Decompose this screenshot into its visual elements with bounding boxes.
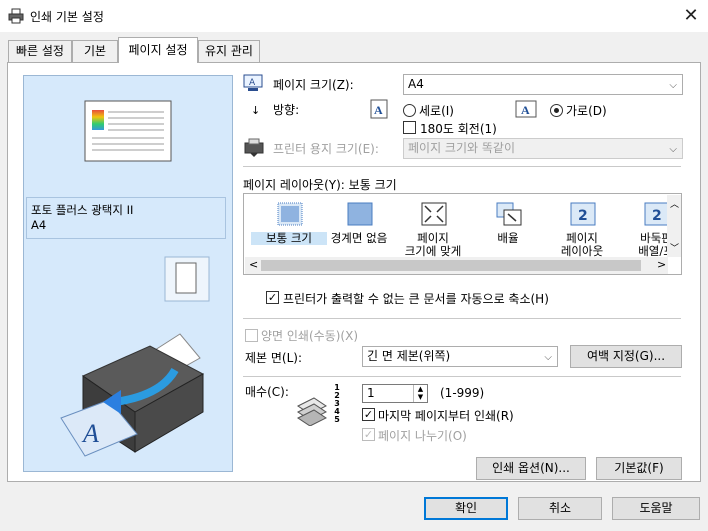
spin-down-icon[interactable]: ▼	[414, 393, 427, 401]
page-size-icon: A	[243, 74, 263, 91]
separator	[243, 318, 681, 319]
copies-spinner[interactable]: 1 ▲ ▼	[362, 384, 428, 403]
paper-size-preview-icon	[164, 256, 210, 302]
landscape-label[interactable]: 가로(D)	[566, 102, 607, 119]
orientation-label: 방향:	[273, 103, 300, 117]
normal-size-icon	[277, 202, 303, 226]
printer-paper-value: 페이지 크기와 똑같이	[408, 141, 515, 155]
chevron-down-icon: ⌵	[544, 352, 552, 363]
tab-maintenance[interactable]: 유지 관리	[198, 40, 260, 62]
landscape-radio[interactable]	[550, 104, 563, 117]
page-layout-icon: 2	[570, 202, 596, 226]
reverse-order-checkbox[interactable]: ✓	[362, 408, 375, 421]
binding-side-select[interactable]: 긴 면 제본(위쪽) ⌵	[362, 346, 558, 367]
collate-checkbox[interactable]: ✓	[362, 428, 375, 441]
chevron-up-icon[interactable]: ︿	[670, 197, 679, 210]
arrow-down-icon: ↓	[251, 104, 261, 117]
tab-quick-setup[interactable]: 빠른 설정	[8, 40, 72, 62]
layout-item-fit-to-page[interactable]: 페이지 크기에 맞게	[395, 200, 471, 260]
chevron-down-icon[interactable]: ﹀	[670, 241, 679, 254]
vertical-scrollbar[interactable]: ︿ ﹀	[667, 195, 681, 257]
svg-text:2: 2	[652, 208, 662, 224]
scaled-icon	[496, 202, 522, 226]
layout-item-label: 페이지 레이아웃	[560, 231, 604, 258]
svg-text:A: A	[521, 103, 530, 117]
chevron-down-icon: ⌵	[669, 144, 677, 155]
media-info-box: 포토 플러스 광택지 II A4	[26, 197, 226, 239]
cancel-button[interactable]: 취소	[518, 497, 602, 520]
borderless-icon	[347, 202, 373, 226]
rotate-180-checkbox[interactable]	[403, 121, 416, 134]
page-size-value: A4	[408, 77, 424, 91]
printer-icon	[8, 8, 24, 24]
fit-to-page-icon	[421, 202, 447, 226]
page-size-label: 페이지 크기(Z):	[273, 78, 354, 92]
collate-label: 페이지 나누기(O)	[378, 429, 467, 443]
tab-main[interactable]: 기본	[72, 40, 118, 62]
chevron-down-icon: ⌵	[669, 80, 677, 91]
layout-item-label: 보통 크기	[251, 232, 327, 245]
portrait-preview-icon: A	[370, 99, 388, 119]
layout-item-scaled[interactable]: 배율	[470, 200, 546, 260]
spin-up-icon[interactable]: ▲	[414, 385, 427, 393]
close-button[interactable]: ✕	[676, 2, 706, 30]
layout-item-label: 경계면 없음	[330, 231, 388, 245]
printer-paper-label: 프린터 용지 크기(E):	[273, 142, 379, 156]
layout-item-borderless[interactable]: 경계면 없음	[321, 200, 397, 260]
separator	[243, 376, 681, 377]
chevron-left-icon[interactable]: <	[249, 258, 258, 271]
media-type-text: 포토 플러스 광택지 II	[31, 203, 134, 217]
printer-paper-select[interactable]: 페이지 크기와 똑같이 ⌵	[403, 138, 683, 159]
collate-order-digits: 12345	[334, 383, 340, 424]
horizontal-scrollbar[interactable]: < >	[245, 257, 668, 274]
rotate-180-label[interactable]: 180도 회전(1)	[420, 120, 497, 137]
specify-margin-button[interactable]: 여백 지정(G)...	[570, 345, 682, 368]
scroll-thumb[interactable]	[261, 260, 641, 271]
copies-label: 매수(C):	[245, 385, 289, 399]
reverse-order-label[interactable]: 마지막 페이지부터 인쇄(R)	[378, 407, 514, 424]
print-options-button[interactable]: 인쇄 옵션(N)...	[476, 457, 586, 480]
ok-button[interactable]: 확인	[424, 497, 508, 520]
page-layout-label-text: 페이지 레이아웃(Y):	[243, 178, 345, 192]
page-preview-thumbnail	[84, 100, 172, 162]
window-title: 인쇄 기본 설정	[30, 10, 104, 24]
chevron-right-icon[interactable]: >	[657, 258, 666, 271]
media-size-text: A4	[31, 218, 47, 232]
copies-value: 1	[367, 386, 375, 400]
duplex-label: 양면 인쇄(수동)(X)	[261, 329, 359, 343]
spinner-arrows[interactable]: ▲ ▼	[413, 385, 427, 402]
svg-text:A: A	[374, 103, 383, 117]
svg-text:A: A	[81, 419, 99, 448]
landscape-preview-icon: A	[515, 100, 537, 118]
duplex-checkbox[interactable]	[245, 329, 258, 342]
layout-item-label: 배율	[497, 231, 519, 245]
binding-side-value: 긴 면 제본(위쪽)	[367, 349, 451, 363]
svg-text:2: 2	[578, 208, 588, 224]
page-size-select[interactable]: A4 ⌵	[403, 74, 683, 95]
layout-item-label: 페이지 크기에 맞게	[404, 231, 462, 258]
auto-reduce-label[interactable]: 프린터가 출력할 수 없는 큰 문서를 자동으로 축소(H)	[283, 290, 549, 307]
title-bar	[0, 0, 708, 32]
portrait-radio[interactable]	[403, 104, 416, 117]
layout-item-normal[interactable]: 보통 크기	[251, 200, 327, 260]
help-button[interactable]: 도움말	[612, 497, 700, 520]
copies-range: (1-999)	[440, 386, 485, 400]
printer-illustration-icon: A	[60, 333, 205, 457]
page-layout-current: 보통 크기	[348, 178, 397, 192]
portrait-label[interactable]: 세로(I)	[419, 102, 454, 119]
page-layout-list[interactable]: 보통 크기 경계면 없음 페이지 크기에 맞게 배율 2 페이지 레이아웃 2 …	[243, 193, 682, 275]
tab-page-setup[interactable]: 페이지 설정	[118, 37, 198, 63]
printer-paper-icon	[244, 138, 264, 157]
layout-item-page-layout[interactable]: 2 페이지 레이아웃	[544, 200, 620, 260]
page-layout-label: 페이지 레이아웃(Y): 보통 크기	[243, 176, 397, 193]
defaults-button[interactable]: 기본값(F)	[596, 457, 682, 480]
binding-side-label: 제본 면(L):	[245, 351, 303, 365]
auto-reduce-checkbox[interactable]: ✓	[266, 291, 279, 304]
separator	[243, 166, 681, 167]
copies-stack-icon	[297, 397, 327, 426]
svg-text:A: A	[249, 78, 256, 88]
